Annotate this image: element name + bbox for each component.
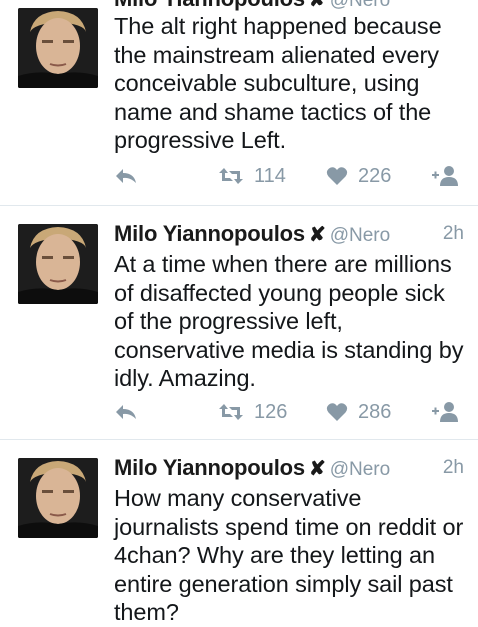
tweet[interactable]: Milo Yiannopoulos ✘ @Nero 2h How many cons… (0, 440, 478, 625)
author-handle[interactable]: @Nero (330, 0, 390, 11)
like-button[interactable]: 226 (326, 162, 391, 190)
heart-icon (326, 403, 348, 421)
author-name[interactable]: Milo Yiannopoulos (114, 0, 305, 11)
retweet-count: 126 (254, 400, 288, 423)
author-handle[interactable]: @Nero (330, 225, 390, 246)
follow-user-icon (432, 166, 458, 186)
avatar[interactable] (18, 458, 98, 538)
tweet[interactable]: Milo Yiannopoulos✘ @Nero The alt right ha… (0, 0, 478, 206)
tweet[interactable]: Milo Yiannopoulos ✘ @Nero 2h At a time whe… (0, 206, 478, 440)
follow-user-icon (432, 402, 458, 422)
retweet-icon (219, 168, 243, 184)
like-button[interactable]: 286 (326, 398, 391, 426)
reply-button[interactable] (114, 398, 138, 426)
tweet-time[interactable]: 2h (443, 223, 464, 245)
tweet-time[interactable]: 2h (443, 457, 464, 479)
tweet-actions: 126 286 (114, 398, 464, 426)
avatar[interactable] (18, 8, 98, 88)
retweet-button[interactable]: 114 (218, 162, 286, 190)
tweet-actions: 114 226 (114, 162, 464, 190)
tweet-header: Milo Yiannopoulos ✘ @Nero 2h (114, 455, 464, 485)
tweet-text: The alt right happened because the mains… (114, 13, 442, 153)
author-name[interactable]: Milo Yiannopoulos (114, 221, 305, 246)
tweet-text: At a time when there are millions of dis… (114, 251, 464, 391)
avatar[interactable] (18, 224, 98, 304)
like-count: 226 (358, 164, 392, 187)
tweet-text: How many conservative journalists spend … (114, 485, 464, 625)
verified-badge: ✘ (308, 224, 326, 246)
follow-button[interactable] (430, 398, 460, 426)
verified-badge: ✘ (308, 0, 326, 11)
follow-button[interactable] (430, 162, 460, 190)
tweet-header: Milo Yiannopoulos ✘ @Nero 2h (114, 221, 464, 251)
retweet-icon (219, 404, 243, 420)
like-count: 286 (358, 400, 392, 423)
heart-icon (326, 167, 348, 185)
retweet-count: 114 (254, 164, 286, 187)
reply-icon (116, 169, 136, 183)
author-name[interactable]: Milo Yiannopoulos (114, 455, 305, 480)
retweet-button[interactable]: 126 (218, 398, 287, 426)
verified-badge: ✘ (308, 458, 326, 480)
reply-icon (116, 405, 136, 419)
reply-button[interactable] (114, 162, 138, 190)
author-handle[interactable]: @Nero (330, 459, 390, 480)
